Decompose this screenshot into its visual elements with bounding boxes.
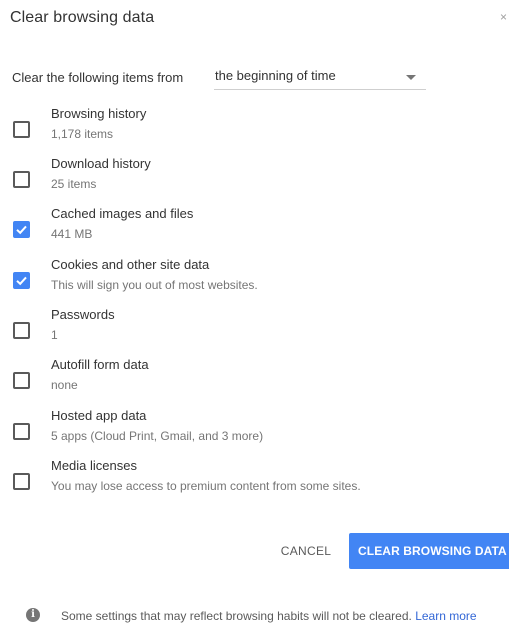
option-title: Media licenses: [51, 458, 137, 473]
checkbox[interactable]: [13, 372, 30, 389]
checkbox[interactable]: [13, 121, 30, 138]
option-subtitle: 25 items: [51, 177, 97, 191]
option-subtitle: You may lose access to premium content f…: [51, 479, 361, 493]
option-download-history[interactable]: Download history 25 items: [12, 156, 482, 196]
option-autofill[interactable]: Autofill form data none: [12, 357, 482, 397]
option-title: Cached images and files: [51, 206, 194, 221]
checkbox[interactable]: [13, 171, 30, 188]
learn-more-link-part1[interactable]: Learn: [415, 609, 446, 623]
clear-browsing-data-button[interactable]: CLEAR BROWSING DATA: [349, 533, 509, 569]
option-cookies[interactable]: Cookies and other site data This will si…: [12, 257, 482, 297]
option-passwords[interactable]: Passwords 1: [12, 307, 482, 347]
option-browsing-history[interactable]: Browsing history 1,178 items: [12, 106, 482, 146]
option-title: Download history: [51, 156, 151, 171]
option-subtitle: 5 apps (Cloud Print, Gmail, and 3 more): [51, 429, 264, 443]
close-icon[interactable]: ×: [500, 10, 507, 24]
time-range-row: Clear the following items from the begin…: [12, 67, 432, 90]
time-range-value: the beginning of time: [215, 68, 336, 83]
info-icon: i: [26, 608, 40, 622]
option-subtitle: 1,178 items: [51, 127, 114, 141]
checkbox[interactable]: [13, 272, 30, 289]
option-subtitle: 441 MB: [51, 227, 93, 241]
option-cached-images[interactable]: Cached images and files 441 MB: [12, 206, 482, 246]
option-subtitle: none: [51, 378, 78, 392]
time-range-dropdown[interactable]: the beginning of time: [214, 67, 426, 90]
cancel-button[interactable]: CANCEL: [271, 533, 341, 569]
option-subtitle: This will sign you out of most websites.: [51, 278, 258, 292]
learn-more-link[interactable]: Learn more: [415, 609, 476, 623]
dialog-title: Clear browsing data: [10, 9, 155, 26]
clear-browsing-data-dialog: Clear browsing data × Clear the followin…: [0, 0, 509, 638]
option-title: Autofill form data: [51, 357, 149, 372]
option-title: Passwords: [51, 307, 115, 322]
footer-text: Some settings that may reflect browsing …: [61, 607, 501, 626]
time-range-label: Clear the following items from: [12, 70, 184, 85]
chevron-down-icon: [406, 75, 416, 80]
footer-message: Some settings that may reflect browsing …: [61, 609, 412, 623]
footer-notice: i Some settings that may reflect browsin…: [0, 592, 509, 638]
option-subtitle: 1: [51, 328, 58, 342]
option-title: Browsing history: [51, 106, 147, 121]
checkbox[interactable]: [13, 473, 30, 490]
option-hosted-app-data[interactable]: Hosted app data 5 apps (Cloud Print, Gma…: [12, 408, 482, 448]
option-title: Cookies and other site data: [51, 257, 210, 272]
checkbox[interactable]: [13, 322, 30, 339]
option-title: Hosted app data: [51, 408, 147, 423]
checkbox[interactable]: [13, 423, 30, 440]
learn-more-link-part2[interactable]: more: [449, 609, 476, 623]
option-media-licenses[interactable]: Media licenses You may lose access to pr…: [12, 458, 482, 498]
checkbox[interactable]: [13, 221, 30, 238]
